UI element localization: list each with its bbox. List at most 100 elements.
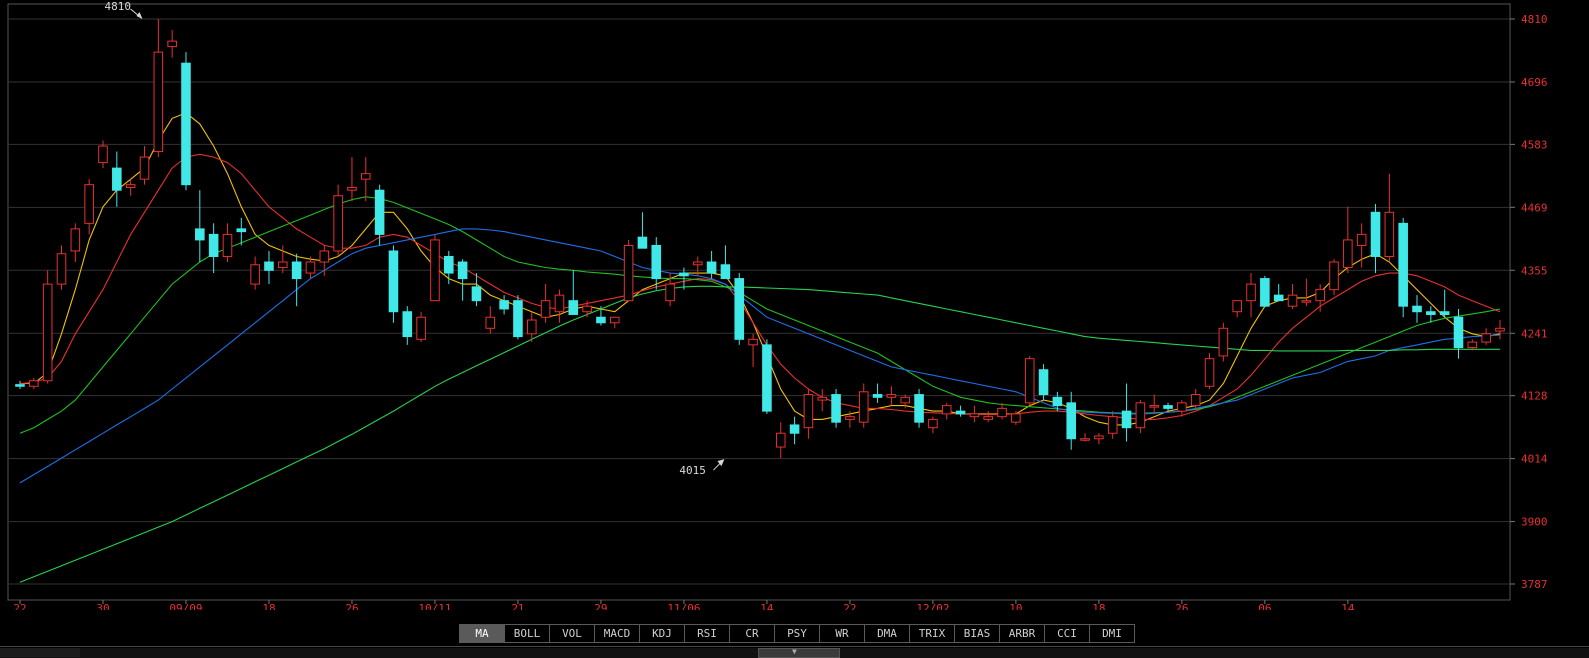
candle-body-down xyxy=(568,300,579,315)
candle-body-down xyxy=(1066,402,1077,440)
candle-body-down xyxy=(1398,222,1408,307)
candle-body-down xyxy=(15,384,25,387)
candle-body-up xyxy=(250,264,260,285)
x-tick-label: 29 xyxy=(594,602,607,610)
x-tick-label: 18 xyxy=(262,602,275,610)
candle-body-down xyxy=(513,300,523,338)
indicator-tab-vol[interactable]: VOL xyxy=(550,624,595,643)
x-tick-label: 12/02 xyxy=(916,602,949,610)
candle-body-up xyxy=(153,51,164,153)
high-price-label: 4810 xyxy=(104,0,131,13)
candle-body-up xyxy=(430,239,440,302)
candle-body-up xyxy=(554,294,565,313)
indicator-tab-bias[interactable]: BIAS xyxy=(955,624,1000,643)
candle-body-down xyxy=(734,278,745,340)
candle-body-down xyxy=(1439,311,1450,315)
candle-body-down xyxy=(1121,410,1132,429)
chart-canvas[interactable]: 4810 4696 4583 4469 4355 4241 4128 4014 3900 3787… xyxy=(0,0,1589,610)
candle-body-up xyxy=(692,261,703,266)
ma-line-ma20 xyxy=(19,196,1501,434)
candle-body-up xyxy=(900,396,911,404)
candle-body-up xyxy=(1107,416,1118,434)
candle-body-up xyxy=(997,407,1007,418)
candle-body-up xyxy=(1467,341,1478,349)
candle-body-up xyxy=(748,338,758,346)
y-tick-label: 4583 xyxy=(1521,138,1548,151)
candle-body-up xyxy=(928,418,938,429)
candle-body-down xyxy=(264,261,274,271)
indicator-tab-wr[interactable]: WR xyxy=(820,624,865,643)
indicator-tab-macd[interactable]: MACD xyxy=(595,624,640,643)
candle-body-up xyxy=(84,184,94,224)
candle-body-up xyxy=(1495,327,1505,332)
x-tick-label: 30 xyxy=(96,602,109,610)
candle-body-up xyxy=(775,432,786,448)
candle-body-up xyxy=(56,253,67,285)
candle-body-up xyxy=(623,244,634,302)
candle-body-down xyxy=(236,228,247,233)
indicator-tab-dmi[interactable]: DMI xyxy=(1090,624,1135,643)
candle-body-up xyxy=(333,195,343,252)
candle-body-up xyxy=(1356,233,1367,246)
x-tick-label: 26 xyxy=(345,602,358,610)
candle-body-down xyxy=(762,344,772,412)
indicator-tab-kdj[interactable]: KDJ xyxy=(640,624,685,643)
y-tick-label: 3787 xyxy=(1521,578,1548,591)
candle-body-down xyxy=(1412,305,1422,313)
candle-body-up xyxy=(665,283,675,302)
y-tick-label: 4355 xyxy=(1521,264,1548,277)
scrollbar-thumb[interactable] xyxy=(758,648,840,658)
candle-body-down xyxy=(402,311,413,338)
scroll-down-arrow-icon[interactable]: ▼ xyxy=(792,647,797,657)
ma-line-ma5 xyxy=(20,112,1501,426)
low-price-label: 4015 xyxy=(679,464,706,477)
candle-body-up xyxy=(42,283,53,382)
candle-body-up xyxy=(1232,300,1242,313)
candle-body-down xyxy=(457,261,468,280)
candle-body-up xyxy=(1343,239,1353,269)
candle-body-down xyxy=(1273,294,1284,302)
x-tick-label: 06 xyxy=(1258,602,1271,610)
candle-body-up xyxy=(29,380,39,387)
y-tick-label: 4696 xyxy=(1521,76,1548,89)
indicator-tab-cci[interactable]: CCI xyxy=(1045,624,1090,643)
indicator-tab-cr[interactable]: CR xyxy=(730,624,775,643)
candle-body-down xyxy=(789,424,800,434)
candle-body-up xyxy=(361,173,371,180)
candle-body-down xyxy=(1052,396,1063,407)
candle-body-up xyxy=(886,394,897,398)
indicator-tab-trix[interactable]: TRIX xyxy=(910,624,955,643)
indicator-tab-rsi[interactable]: RSI xyxy=(685,624,730,643)
candle-body-up xyxy=(125,184,136,188)
candle-body-down xyxy=(706,261,717,274)
indicator-tab-boll[interactable]: BOLL xyxy=(505,624,550,643)
indicator-tab-arbr[interactable]: ARBR xyxy=(1000,624,1045,643)
ma-line-ma30 xyxy=(19,228,1501,484)
candle-body-down xyxy=(443,255,454,274)
candle-body-up xyxy=(1135,402,1146,429)
indicator-toolbar: MA BOLL VOL MACD KDJ RSI CR PSY WR DMA T… xyxy=(459,624,1135,643)
candle-body-down xyxy=(1370,211,1381,257)
x-tick-label: 18 xyxy=(1092,602,1105,610)
ma-line-ma10 xyxy=(19,153,1501,420)
x-tick-label: 26 xyxy=(1175,602,1188,610)
indicator-tab-psy[interactable]: PSY xyxy=(775,624,820,643)
candle-body-down xyxy=(471,286,482,302)
candlestick-chart[interactable]: 4810 4696 4583 4469 4355 4241 4128 4014 3900 3787… xyxy=(0,0,1589,610)
y-tick-label: 4810 xyxy=(1521,13,1548,26)
candle-body-up xyxy=(1315,289,1325,302)
candle-body-down xyxy=(1426,311,1436,315)
x-tick-label: 09/09 xyxy=(169,602,202,610)
candle-body-up xyxy=(167,40,177,48)
candle-body-up xyxy=(817,396,828,401)
candle-body-up xyxy=(139,156,150,180)
candle-body-up xyxy=(941,405,952,415)
indicator-tab-dma[interactable]: DMA xyxy=(865,624,910,643)
x-tick-label: 14 xyxy=(760,602,774,610)
candle-body-up xyxy=(1011,413,1021,423)
candle-body-up xyxy=(1094,435,1104,440)
scrollbar-left-segment xyxy=(0,648,80,657)
x-tick-label: 22 xyxy=(843,602,856,610)
indicator-tab-ma[interactable]: MA xyxy=(459,624,505,643)
candle-body-up xyxy=(1384,211,1395,257)
